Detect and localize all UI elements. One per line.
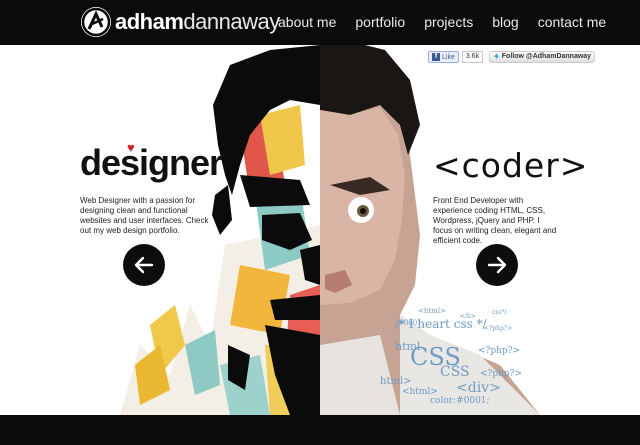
facebook-like-count: 3.6k bbox=[461, 51, 484, 63]
footer-bar bbox=[0, 415, 640, 445]
social-widgets: f Like 3.6k ✦ Follow @AdhamDannaway bbox=[428, 51, 596, 63]
twitter-bird-icon: ✦ bbox=[493, 52, 500, 61]
nav-projects[interactable]: projects bbox=[424, 13, 473, 31]
top-nav-bar: adhamdannaway about me portfolio project… bbox=[0, 0, 640, 45]
logo-text-bold: adham bbox=[115, 9, 184, 34]
coder-description: Front End Developer with experience codi… bbox=[433, 196, 557, 245]
twitter-follow-label: Follow @AdhamDannaway bbox=[501, 53, 592, 60]
nav-contact-me[interactable]: contact me bbox=[538, 13, 606, 31]
facebook-like-label: Like bbox=[442, 53, 455, 61]
designer-description: Web Designer with a passion for designin… bbox=[80, 196, 209, 235]
site-logo[interactable]: adhamdannaway bbox=[81, 7, 280, 37]
twitter-follow-button[interactable]: ✦ Follow @AdhamDannaway bbox=[489, 51, 596, 63]
facebook-like-button[interactable]: f Like bbox=[428, 51, 459, 63]
coder-heading: <coder> bbox=[433, 146, 589, 185]
designer-heading: designer bbox=[80, 142, 223, 183]
coder-projects-arrow-button[interactable] bbox=[476, 244, 518, 286]
nav-about-me[interactable]: about me bbox=[278, 13, 336, 31]
arrow-right-icon bbox=[487, 256, 507, 274]
main-nav: about me portfolio projects blog contact… bbox=[278, 13, 625, 31]
nav-portfolio[interactable]: portfolio bbox=[355, 13, 405, 31]
logo-mark-icon bbox=[81, 7, 111, 37]
logo-text-light: dannaway bbox=[183, 9, 280, 34]
nav-blog[interactable]: blog bbox=[492, 13, 518, 31]
logo-text: adhamdannaway bbox=[115, 7, 280, 37]
arrow-left-icon bbox=[134, 256, 154, 274]
facebook-icon: f bbox=[432, 53, 440, 61]
designer-portfolio-arrow-button[interactable] bbox=[123, 244, 165, 286]
